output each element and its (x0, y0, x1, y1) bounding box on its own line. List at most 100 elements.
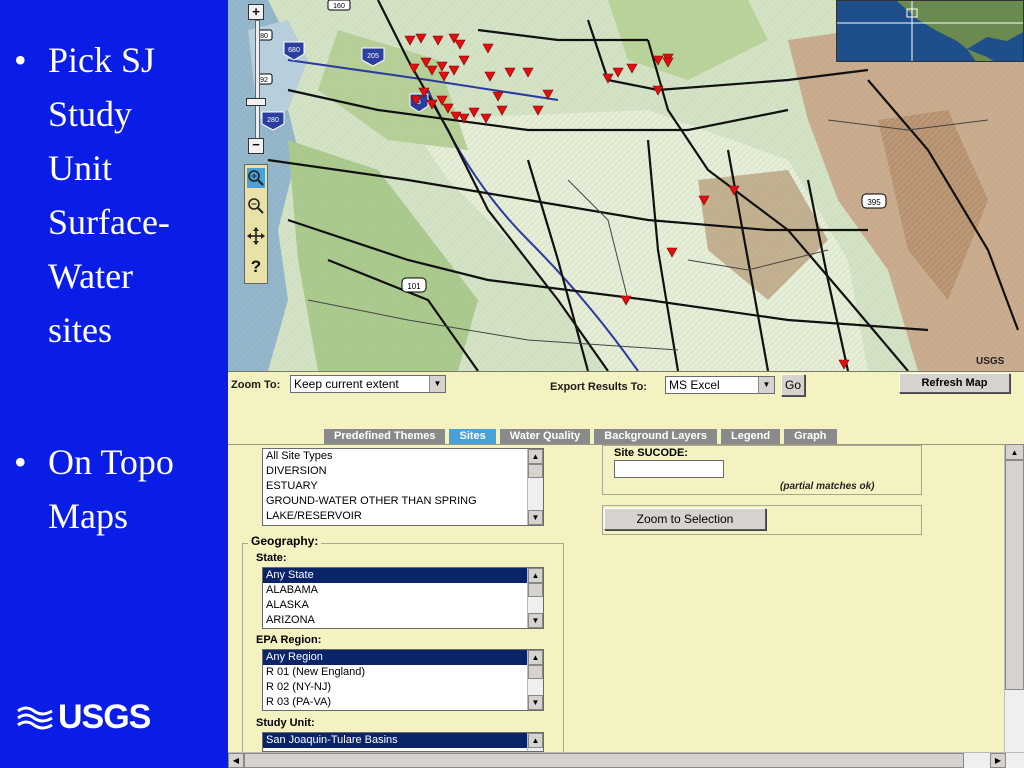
list-item[interactable]: Any State (263, 568, 543, 583)
scroll-down-icon[interactable]: ▼ (528, 613, 543, 628)
tab-water-quality[interactable]: Water Quality (499, 429, 591, 444)
list-item[interactable]: LAKE/RESERVOIR (263, 509, 543, 524)
chevron-down-icon[interactable]: ▼ (758, 377, 774, 393)
bullet-line: On Topo (48, 442, 174, 482)
sucode-hint: (partial matches ok) (780, 481, 875, 492)
zoom-to-value: Keep current extent (294, 377, 399, 391)
svg-text:101: 101 (407, 282, 421, 291)
list-item[interactable]: All Site Types (263, 449, 543, 464)
overview-map[interactable] (836, 0, 1024, 62)
list-item[interactable]: GROUND-WATER OTHER THAN SPRING (263, 494, 543, 509)
bullet-dot: • (14, 40, 27, 80)
scroll-thumb[interactable] (244, 753, 964, 768)
page-horizontal-scrollbar[interactable]: ◀ ▶ (228, 752, 1024, 768)
sites-panel: All Site Types DIVERSION ESTUARY GROUND-… (228, 444, 1024, 755)
site-type-list[interactable]: All Site Types DIVERSION ESTUARY GROUND-… (262, 448, 544, 526)
scroll-up-icon[interactable]: ▲ (528, 733, 543, 748)
svg-text:680: 680 (288, 47, 300, 54)
bullet-line: Maps (48, 496, 128, 536)
zoom-track[interactable] (255, 20, 260, 140)
svg-text:395: 395 (867, 198, 881, 207)
list-item[interactable]: Any Region (263, 650, 543, 665)
scroll-right-icon[interactable]: ▶ (990, 753, 1006, 768)
sucode-input[interactable] (614, 460, 724, 478)
tab-legend[interactable]: Legend (720, 429, 781, 444)
bullet-line: Surface- (48, 202, 170, 242)
zoom-to-select[interactable]: Keep current extent ▼ (290, 375, 446, 393)
pan-tool-icon[interactable] (247, 226, 265, 246)
scroll-left-icon[interactable]: ◀ (228, 753, 244, 768)
list-item[interactable]: ESTUARY (263, 479, 543, 494)
scrollbar[interactable]: ▲ ▼ (527, 568, 543, 628)
scroll-up-icon[interactable]: ▲ (1005, 444, 1024, 460)
scroll-thumb[interactable] (528, 464, 543, 478)
zoom-in-button[interactable]: + (248, 4, 264, 20)
state-list[interactable]: Any State ALABAMA ALASKA ARIZONA ▲ ▼ (262, 567, 544, 629)
tab-predefined-themes[interactable]: Predefined Themes (324, 429, 446, 444)
zoom-in-tool-icon[interactable] (247, 168, 265, 188)
export-label: Export Results To: (550, 381, 647, 393)
scroll-thumb[interactable] (528, 665, 543, 679)
export-value: MS Excel (669, 378, 720, 392)
refresh-map-button[interactable]: Refresh Map (899, 373, 1010, 393)
chevron-down-icon[interactable]: ▼ (429, 376, 445, 392)
usgs-wave-icon (17, 706, 53, 729)
go-button[interactable]: Go (781, 374, 805, 396)
state-label: State: (256, 552, 287, 564)
zoom-thumb[interactable] (246, 98, 266, 106)
export-select[interactable]: MS Excel ▼ (665, 376, 775, 394)
scrollbar[interactable]: ▲ (527, 733, 543, 751)
scrollbar[interactable]: ▲ ▼ (527, 650, 543, 710)
svg-text:280: 280 (267, 117, 279, 124)
list-item[interactable]: R 01 (New England) (263, 665, 543, 680)
zoom-to-label: Zoom To: (231, 379, 281, 391)
bullet-line: Pick SJ (48, 40, 156, 80)
zoom-out-tool-icon[interactable] (247, 196, 265, 216)
scroll-down-icon[interactable]: ▼ (528, 510, 543, 525)
scroll-up-icon[interactable]: ▲ (528, 568, 543, 583)
overview-map-canvas (837, 1, 1023, 61)
zoom-slider[interactable]: + − (246, 4, 268, 154)
scroll-thumb[interactable] (1005, 460, 1024, 690)
list-item[interactable]: ALASKA (263, 598, 543, 613)
scrollbar[interactable]: ▲ ▼ (527, 449, 543, 525)
bullet-topo-maps: • On Topo Maps (14, 444, 218, 552)
scroll-up-icon[interactable]: ▲ (528, 449, 543, 464)
bullet-line: sites (48, 310, 113, 350)
slide-sidebar: • Pick SJ Study Unit Surface- Water site… (0, 0, 228, 768)
zoom-out-button[interactable]: − (248, 138, 264, 154)
bullet-line: Study (48, 94, 133, 134)
zoom-to-selection-button[interactable]: Zoom to Selection (604, 508, 766, 530)
epa-region-list[interactable]: Any Region R 01 (New England) R 02 (NY-N… (262, 649, 544, 711)
svg-text:160: 160 (333, 3, 345, 10)
scroll-down-icon[interactable]: ▼ (528, 695, 543, 710)
route-shield: 395 (861, 193, 887, 209)
tab-background-layers[interactable]: Background Layers (594, 429, 717, 444)
list-item[interactable]: San Joaquin-Tulare Basins (263, 733, 543, 748)
map-tool-palette: ? (244, 164, 268, 284)
epa-region-label: EPA Region: (256, 634, 322, 646)
help-tool-icon[interactable]: ? (247, 257, 265, 277)
tab-sites[interactable]: Sites (449, 429, 496, 444)
bullet-dot: • (14, 442, 27, 482)
bullet-text: Pick SJ Study Unit Surface- Water sites (48, 42, 218, 366)
route-shield: 160 (327, 0, 351, 11)
geography-legend: Geography: (248, 534, 322, 548)
map-toolbar: Zoom To: Keep current extent ▼ Export Re… (228, 371, 1024, 420)
list-item[interactable]: ARIZONA (263, 613, 543, 628)
topo-map[interactable]: 160 680 205 5 280 101 395 80 92 USGS + −… (228, 0, 1024, 371)
page-vertical-scrollbar[interactable]: ▲ (1004, 444, 1024, 752)
map-watermark: USGS (976, 356, 1005, 367)
list-item[interactable]: R 02 (NY-NJ) (263, 680, 543, 695)
bullet-text: On Topo Maps (48, 444, 218, 552)
bullet-line: Unit (48, 148, 113, 188)
list-item[interactable]: R 03 (PA-VA) (263, 695, 543, 710)
scroll-up-icon[interactable]: ▲ (528, 650, 543, 665)
route-shield: 101 (401, 277, 427, 293)
list-item[interactable]: ALABAMA (263, 583, 543, 598)
scroll-thumb[interactable] (528, 583, 543, 597)
tab-graph[interactable]: Graph (784, 429, 837, 444)
study-unit-list[interactable]: San Joaquin-Tulare Basins ▲ (262, 732, 544, 752)
study-unit-label: Study Unit: (256, 717, 315, 729)
list-item[interactable]: DIVERSION (263, 464, 543, 479)
